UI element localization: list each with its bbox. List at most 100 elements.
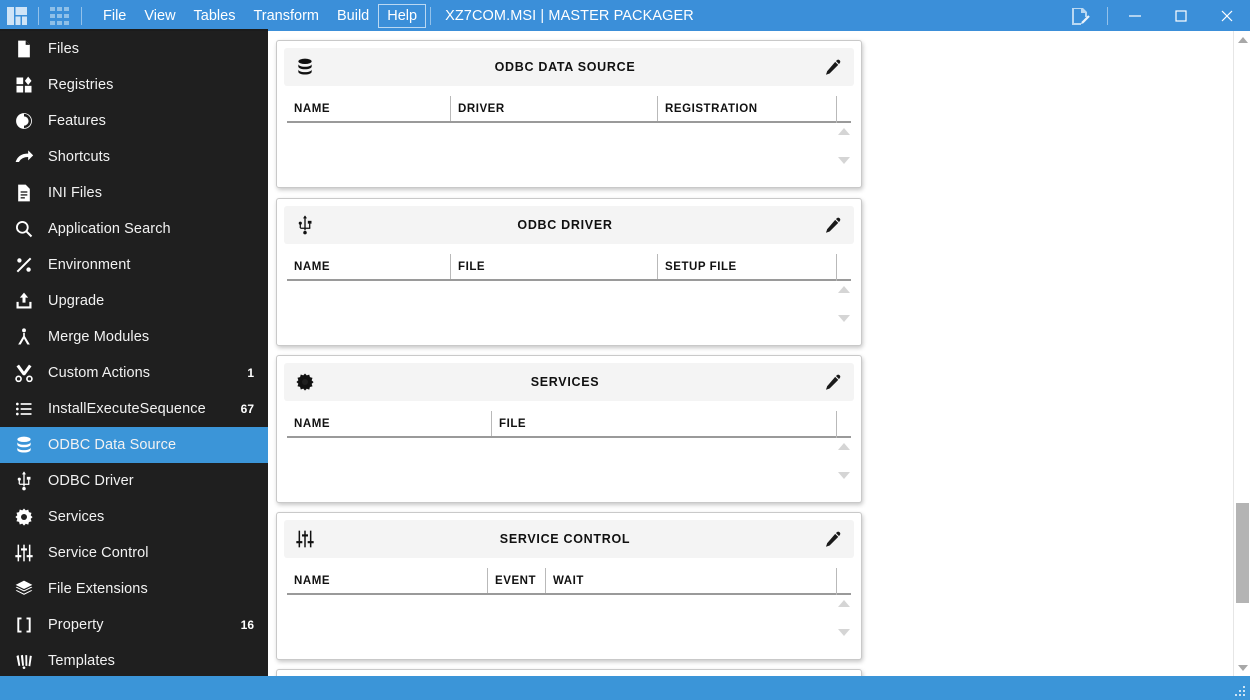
main-content-area: ODBC DATA SOURCE NAME DRIVER REGISTRATION OD… — [268, 31, 1233, 676]
resize-grip-icon[interactable] — [1235, 686, 1247, 698]
card-edit-pencil-icon[interactable] — [812, 58, 854, 76]
table-scroll-arrows[interactable] — [837, 440, 851, 482]
table-scroll-arrows[interactable] — [837, 125, 851, 167]
card-service-control: SERVICE CONTROL NAME EVENT WAIT — [276, 512, 862, 660]
title-divider — [430, 6, 432, 25]
sidebar-item-templates[interactable]: Templates — [0, 643, 268, 676]
sidebar-item-custom-actions[interactable]: Custom Actions 1 — [0, 355, 268, 391]
sidebar-item-property[interactable]: Property 16 — [0, 607, 268, 643]
sidebar-item-count: 16 — [240, 618, 254, 632]
card-title: SERVICES — [530, 375, 600, 389]
scroll-up-arrow-icon[interactable] — [1234, 31, 1250, 48]
table-scroll-arrows[interactable] — [837, 283, 851, 325]
table-scroll-arrows[interactable] — [837, 597, 851, 639]
scrollbar-thumb[interactable] — [1236, 503, 1249, 603]
card-edit-pencil-icon[interactable] — [812, 530, 854, 548]
card-edit-pencil-icon[interactable] — [812, 373, 854, 391]
window-controls — [1057, 0, 1250, 31]
sidebar-item-shortcuts[interactable]: Shortcuts — [0, 139, 268, 175]
table-body — [287, 438, 851, 482]
card-header: SERVICES — [284, 363, 854, 401]
card-services: SERVICES NAME FILE — [276, 355, 862, 503]
main-vertical-scrollbar[interactable] — [1233, 31, 1250, 676]
scroll-down-arrow-icon[interactable] — [838, 472, 850, 479]
sidebar-item-label: Files — [48, 41, 80, 57]
sidebar-item-service-control[interactable]: Service Control — [0, 535, 268, 571]
sidebar-item-merge-modules[interactable]: Merge Modules — [0, 319, 268, 355]
menu-file[interactable]: File — [94, 4, 135, 28]
dashboard-layout-icon[interactable] — [0, 0, 34, 31]
sidebar-item-count: 1 — [247, 366, 254, 380]
column-header[interactable]: WAIT — [545, 568, 839, 593]
sidebar-item-environment[interactable]: Environment — [0, 247, 268, 283]
toolbar-divider-2 — [81, 6, 82, 25]
scroll-up-arrow-icon[interactable] — [838, 128, 850, 135]
sidebar-item-services[interactable]: Services — [0, 499, 268, 535]
sliders-icon — [284, 529, 326, 549]
scroll-down-arrow-icon[interactable] — [838, 157, 850, 164]
usb-icon — [284, 215, 326, 235]
minimize-button[interactable] — [1112, 0, 1158, 31]
column-header[interactable]: SETUP FILE — [657, 254, 839, 279]
column-header[interactable]: DRIVER — [450, 96, 657, 121]
close-button[interactable] — [1204, 0, 1250, 31]
sidebar-item-label: Merge Modules — [48, 329, 150, 345]
menu-build[interactable]: Build — [328, 4, 378, 28]
menu-tables[interactable]: Tables — [185, 4, 245, 28]
sidebar-item-label: INI Files — [48, 185, 103, 201]
sidebar-item-label: Upgrade — [48, 293, 105, 309]
upload-icon — [0, 291, 48, 311]
sidebar-item-odbc-data-source[interactable]: ODBC Data Source — [0, 427, 268, 463]
card-title: SERVICE CONTROL — [499, 532, 631, 546]
sliders-icon — [0, 543, 48, 563]
card-header: SERVICE CONTROL — [284, 520, 854, 558]
sidebar-item-file-extensions[interactable]: File Extensions — [0, 571, 268, 607]
menu-view[interactable]: View — [135, 4, 184, 28]
arrow-curve-icon — [0, 147, 48, 167]
sidebar-navigation: Files Registries Features Shortcuts INI File… — [0, 31, 268, 676]
sidebar-item-features[interactable]: Features — [0, 103, 268, 139]
card-edit-pencil-icon[interactable] — [812, 216, 854, 234]
scroll-down-arrow-icon[interactable] — [1234, 659, 1250, 676]
card-table: NAME FILE SETUP FILE — [287, 254, 851, 325]
sidebar-item-odbc-driver[interactable]: ODBC Driver — [0, 463, 268, 499]
maximize-button[interactable] — [1158, 0, 1204, 31]
registry-icon — [0, 75, 48, 95]
column-header[interactable]: EVENT — [487, 568, 545, 593]
column-header[interactable]: NAME — [287, 254, 450, 279]
column-header[interactable]: NAME — [287, 411, 491, 436]
sidebar-item-label: Environment — [48, 257, 131, 273]
toolbar-divider — [38, 6, 39, 25]
scroll-down-arrow-icon[interactable] — [838, 629, 850, 636]
column-header[interactable]: FILE — [491, 411, 839, 436]
table-header-row: NAME EVENT WAIT — [287, 568, 851, 595]
column-header[interactable]: REGISTRATION — [657, 96, 839, 121]
grid-icon[interactable] — [43, 0, 77, 31]
gear-icon — [284, 372, 326, 392]
percent-icon — [0, 255, 48, 275]
menu-help[interactable]: Help — [378, 3, 427, 28]
scroll-up-arrow-icon[interactable] — [838, 600, 850, 607]
column-header[interactable]: NAME — [287, 96, 450, 121]
column-header[interactable]: FILE — [450, 254, 657, 279]
scroll-down-arrow-icon[interactable] — [838, 315, 850, 322]
sidebar-item-label: Custom Actions — [48, 365, 151, 381]
column-header[interactable]: NAME — [287, 568, 487, 593]
card-title: ODBC DATA SOURCE — [494, 60, 636, 74]
sidebar-item-label: Registries — [48, 77, 114, 93]
sidebar-item-label: Property — [48, 617, 104, 633]
sidebar-item-ini-files[interactable]: INI Files — [0, 175, 268, 211]
card-header: ODBC DATA SOURCE — [284, 48, 854, 86]
scroll-up-arrow-icon[interactable] — [838, 443, 850, 450]
table-header-row: NAME DRIVER REGISTRATION — [287, 96, 851, 123]
scroll-up-arrow-icon[interactable] — [838, 286, 850, 293]
sidebar-item-installexecutesequence[interactable]: InstallExecuteSequence 67 — [0, 391, 268, 427]
sidebar-item-upgrade[interactable]: Upgrade — [0, 283, 268, 319]
edit-document-icon[interactable] — [1057, 0, 1103, 31]
sidebar-item-registries[interactable]: Registries — [0, 67, 268, 103]
ini-document-icon — [0, 183, 48, 203]
brackets-icon — [0, 615, 48, 635]
sidebar-item-files[interactable]: Files — [0, 31, 268, 67]
sidebar-item-application-search[interactable]: Application Search — [0, 211, 268, 247]
menu-transform[interactable]: Transform — [244, 4, 328, 28]
